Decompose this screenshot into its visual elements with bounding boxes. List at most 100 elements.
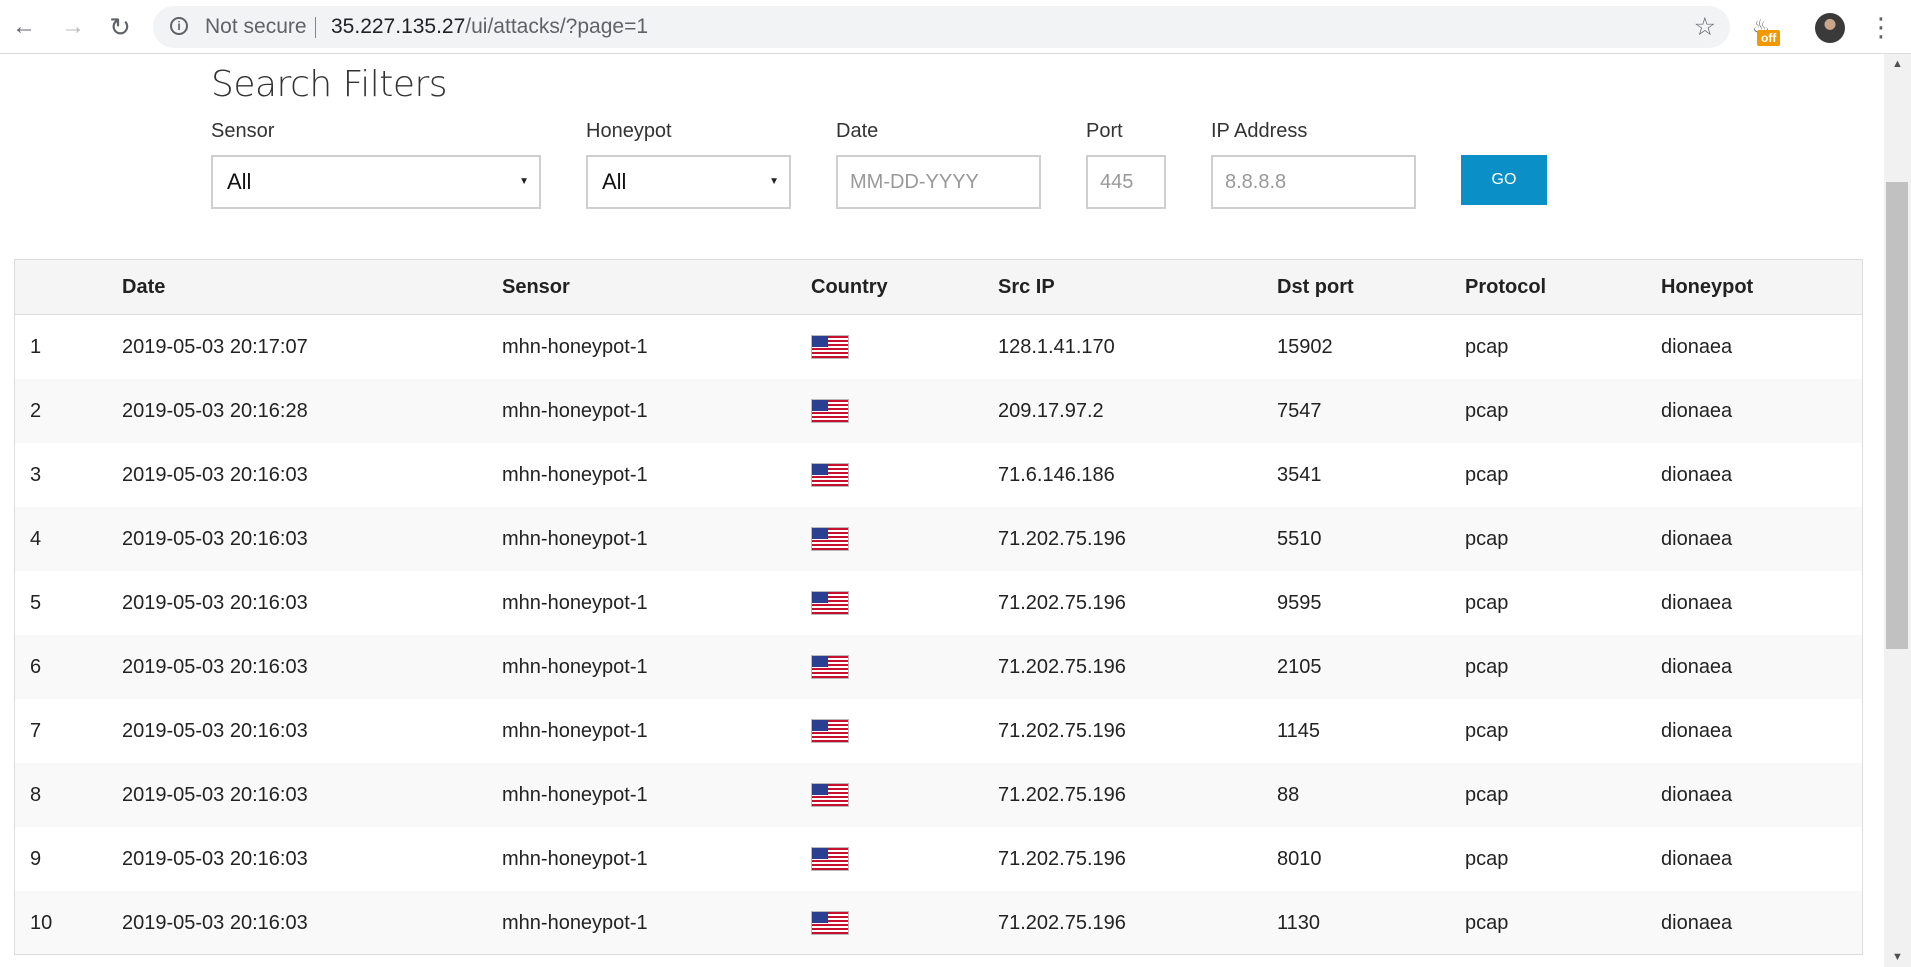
extension-badge: off	[1757, 30, 1781, 46]
row-src-ip[interactable]: 71.202.75.196	[998, 827, 1126, 891]
row-honeypot: dionaea	[1661, 336, 1733, 358]
row-src-ip[interactable]: 71.6.146.186	[998, 443, 1115, 507]
row-date: 2019-05-03 20:16:03	[122, 720, 308, 742]
url-text[interactable]: 35.227.135.27/ui/attacks/?page=1	[331, 6, 648, 48]
row-protocol: pcap	[1465, 464, 1509, 486]
row-protocol: pcap	[1465, 848, 1509, 870]
row-honeypot: dionaea	[1661, 784, 1733, 806]
row-sensor: mhn-honeypot-1	[502, 400, 648, 422]
row-date: 2019-05-03 20:16:03	[122, 592, 308, 614]
date-input[interactable]: MM-DD-YYYY	[836, 155, 1041, 209]
row-number: 9	[30, 848, 42, 870]
us-flag-icon	[812, 784, 848, 806]
ip-address-input[interactable]: 8.8.8.8	[1211, 155, 1416, 209]
port-label: Port	[1086, 120, 1123, 142]
header-protocol[interactable]: Protocol	[1465, 260, 1546, 314]
scroll-down-icon[interactable]: ▼	[1884, 947, 1911, 967]
row-src-ip[interactable]: 128.1.41.170	[998, 315, 1115, 379]
row-date: 2019-05-03 20:16:03	[122, 464, 308, 486]
row-src-ip[interactable]: 71.202.75.196	[998, 635, 1126, 699]
row-sensor: mhn-honeypot-1	[502, 720, 648, 742]
url-separator	[315, 17, 316, 38]
honeypot-label: Honeypot	[586, 120, 672, 142]
forward-arrow-icon[interactable]: →	[57, 11, 89, 43]
header-date[interactable]: Date	[122, 260, 165, 314]
header-honeypot[interactable]: Honeypot	[1661, 260, 1753, 314]
row-number: 1	[30, 336, 42, 358]
row-src-ip[interactable]: 71.202.75.196	[998, 763, 1126, 827]
row-dst-port: 15902	[1277, 336, 1333, 358]
row-protocol: pcap	[1465, 720, 1509, 742]
row-date: 2019-05-03 20:16:03	[122, 656, 308, 678]
header-dst-port[interactable]: Dst port	[1277, 260, 1354, 314]
star-icon[interactable]: ☆	[1694, 6, 1716, 48]
table-header-row: Date Sensor Country Src IP Dst port Prot…	[15, 260, 1862, 315]
row-src-ip[interactable]: 209.17.97.2	[998, 379, 1104, 443]
row-number: 5	[30, 592, 42, 614]
address-bar[interactable]: i Not secure 35.227.135.27/ui/attacks/?p…	[153, 6, 1730, 48]
row-protocol: pcap	[1465, 592, 1509, 614]
info-icon[interactable]: i	[170, 17, 188, 35]
table-row: 8 2019-05-03 20:16:03 mhn-honeypot-1 71.202…	[15, 763, 1862, 827]
security-status[interactable]: Not secure	[205, 6, 307, 48]
row-src-ip[interactable]: 71.202.75.196	[998, 507, 1126, 571]
back-arrow-icon[interactable]: ←	[8, 11, 40, 43]
row-protocol: pcap	[1465, 656, 1509, 678]
us-flag-icon	[812, 464, 848, 486]
row-honeypot: dionaea	[1661, 528, 1733, 550]
row-number: 7	[30, 720, 42, 742]
honeypot-select[interactable]: All ▼	[586, 155, 791, 209]
kebab-menu-icon[interactable]: ⋮	[1868, 11, 1894, 43]
row-sensor: mhn-honeypot-1	[502, 848, 648, 870]
chevron-down-icon: ▼	[519, 176, 529, 187]
row-date: 2019-05-03 20:17:07	[122, 336, 308, 358]
us-flag-icon	[812, 720, 848, 742]
attacks-table: Date Sensor Country Src IP Dst port Prot…	[14, 259, 1863, 955]
row-number: 10	[30, 912, 53, 934]
row-sensor: mhn-honeypot-1	[502, 656, 648, 678]
row-protocol: pcap	[1465, 784, 1509, 806]
header-country[interactable]: Country	[811, 260, 888, 314]
us-flag-icon	[812, 400, 848, 422]
row-protocol: pcap	[1465, 336, 1509, 358]
scroll-up-icon[interactable]: ▲	[1884, 54, 1911, 74]
reload-icon[interactable]: ↻	[104, 11, 136, 43]
row-protocol: pcap	[1465, 528, 1509, 550]
extension-icon[interactable]: ♨ off	[1749, 12, 1783, 46]
row-number: 4	[30, 528, 42, 550]
row-honeypot: dionaea	[1661, 464, 1733, 486]
header-sensor[interactable]: Sensor	[502, 260, 570, 314]
header-src-ip[interactable]: Src IP	[998, 260, 1055, 314]
row-dst-port: 1145	[1277, 720, 1321, 742]
scroll-thumb[interactable]	[1886, 182, 1908, 649]
port-input[interactable]: 445	[1086, 155, 1166, 209]
row-number: 2	[30, 400, 42, 422]
row-date: 2019-05-03 20:16:28	[122, 400, 308, 422]
row-honeypot: dionaea	[1661, 720, 1733, 742]
row-number: 3	[30, 464, 42, 486]
table-row: 9 2019-05-03 20:16:03 mhn-honeypot-1 71.202…	[15, 827, 1862, 891]
row-src-ip[interactable]: 71.202.75.196	[998, 891, 1126, 954]
sensor-select[interactable]: All ▼	[211, 155, 541, 209]
row-sensor: mhn-honeypot-1	[502, 912, 648, 934]
sensor-select-value: All	[227, 169, 252, 194]
table-row: 5 2019-05-03 20:16:03 mhn-honeypot-1 71.202…	[15, 571, 1862, 635]
us-flag-icon	[812, 528, 848, 550]
sensor-label: Sensor	[211, 120, 275, 142]
url-host: 35.227.135.27	[331, 15, 466, 38]
row-src-ip[interactable]: 71.202.75.196	[998, 699, 1126, 763]
row-dst-port: 5510	[1277, 528, 1322, 550]
avatar[interactable]	[1815, 13, 1845, 43]
table-row: 4 2019-05-03 20:16:03 mhn-honeypot-1 71.202…	[15, 507, 1862, 571]
us-flag-icon	[812, 912, 848, 934]
row-sensor: mhn-honeypot-1	[502, 528, 648, 550]
row-src-ip[interactable]: 71.202.75.196	[998, 571, 1126, 635]
row-date: 2019-05-03 20:16:03	[122, 912, 308, 934]
table-row: 6 2019-05-03 20:16:03 mhn-honeypot-1 71.202…	[15, 635, 1862, 699]
row-dst-port: 1130	[1277, 912, 1321, 934]
table-row: 3 2019-05-03 20:16:03 mhn-honeypot-1 71.6.1…	[15, 443, 1862, 507]
ip-address-label: IP Address	[1211, 120, 1308, 142]
row-date: 2019-05-03 20:16:03	[122, 848, 308, 870]
page-scrollbar[interactable]: ▲ ▼	[1884, 54, 1911, 967]
go-button[interactable]: GO	[1461, 155, 1547, 205]
